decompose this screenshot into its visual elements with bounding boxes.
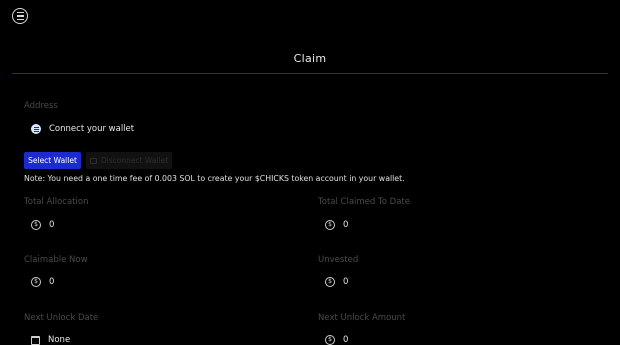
coin-icon: $ [325, 335, 335, 345]
total-claimed-label: Total Claimed To Date [318, 197, 410, 207]
disconnect-icon [89, 157, 97, 164]
coin-icon: $ [31, 220, 41, 230]
disconnect-wallet-label: Disconnect Wallet [100, 156, 169, 165]
page-title: Claim [293, 52, 327, 65]
title-divider [12, 73, 608, 74]
next-unlock-amount-value-row: $ 0 [325, 335, 348, 345]
next-unlock-amount-label: Next Unlock Amount [318, 313, 406, 323]
next-unlock-date-value-row: None [31, 335, 70, 345]
total-claimed-value: 0 [343, 220, 349, 230]
wallet-icon [31, 124, 41, 134]
claimable-now-value-row: $ 0 [31, 277, 54, 287]
claimable-now-label: Claimable Now [24, 255, 88, 265]
claimable-now-value: 0 [49, 277, 55, 287]
unvested-label: Unvested [318, 255, 359, 265]
unvested-value: 0 [343, 277, 349, 287]
total-allocation-label: Total Allocation [24, 197, 89, 207]
total-allocation-value-row: $ 0 [31, 220, 54, 230]
unvested-value-row: $ 0 [325, 277, 348, 287]
logo-menu-icon[interactable] [12, 8, 28, 24]
calendar-icon [31, 335, 40, 345]
fee-note: Note: You need a one time fee of 0.003 S… [24, 174, 405, 183]
coin-icon: $ [325, 277, 335, 287]
wallet-status-text: Connect your wallet [49, 124, 135, 134]
coin-icon: $ [325, 220, 335, 230]
coin-icon: $ [31, 277, 41, 287]
total-allocation-value: 0 [49, 220, 55, 230]
select-wallet-button[interactable]: Select Wallet [24, 152, 81, 169]
next-unlock-date-value: None [48, 335, 71, 345]
next-unlock-date-label: Next Unlock Date [24, 313, 99, 323]
disconnect-wallet-button[interactable]: Disconnect Wallet [86, 152, 172, 169]
next-unlock-amount-value: 0 [343, 335, 349, 345]
wallet-status: Connect your wallet [31, 124, 134, 134]
address-label: Address [24, 101, 58, 111]
total-claimed-value-row: $ 0 [325, 220, 348, 230]
